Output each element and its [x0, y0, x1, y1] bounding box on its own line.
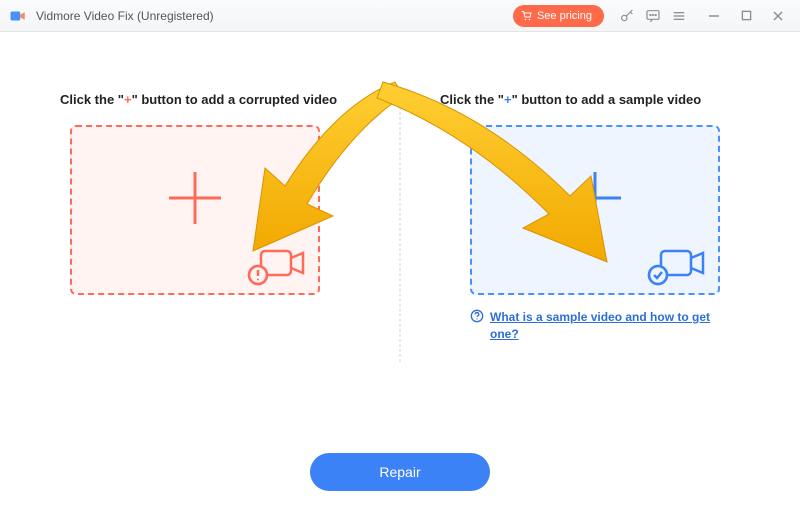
help-icon: [470, 309, 484, 328]
corrupted-video-label: Click the "+" button to add a corrupted …: [60, 92, 360, 107]
minimize-button[interactable]: [700, 3, 728, 29]
sample-video-help-link[interactable]: What is a sample video and how to get on…: [490, 309, 730, 343]
see-pricing-button[interactable]: See pricing: [513, 5, 604, 27]
vertical-divider: [400, 102, 401, 362]
feedback-icon[interactable]: [640, 3, 666, 29]
close-button[interactable]: [764, 3, 792, 29]
menu-icon[interactable]: [666, 3, 692, 29]
plus-icon: +: [504, 92, 512, 107]
key-icon[interactable]: [614, 3, 640, 29]
cart-icon: [521, 10, 533, 22]
add-icon: [163, 166, 227, 240]
main-content: Click the "+" button to add a corrupted …: [0, 32, 800, 515]
add-sample-video-dropzone[interactable]: [470, 125, 720, 295]
app-logo-icon: [8, 6, 28, 26]
repair-button[interactable]: Repair: [310, 453, 490, 491]
corrupted-video-column: Click the "+" button to add a corrupted …: [60, 92, 360, 295]
add-corrupted-video-dropzone[interactable]: [70, 125, 320, 295]
maximize-button[interactable]: [732, 3, 760, 29]
app-title: Vidmore Video Fix (Unregistered): [36, 9, 214, 23]
plus-icon: +: [124, 92, 132, 107]
sample-video-label: Click the "+" button to add a sample vid…: [440, 92, 740, 107]
camera-error-icon: [246, 245, 306, 287]
see-pricing-label: See pricing: [537, 10, 592, 22]
sample-video-column: Click the "+" button to add a sample vid…: [440, 92, 740, 343]
titlebar: Vidmore Video Fix (Unregistered) See pri…: [0, 0, 800, 32]
camera-check-icon: [646, 245, 706, 287]
add-icon: [563, 166, 627, 240]
